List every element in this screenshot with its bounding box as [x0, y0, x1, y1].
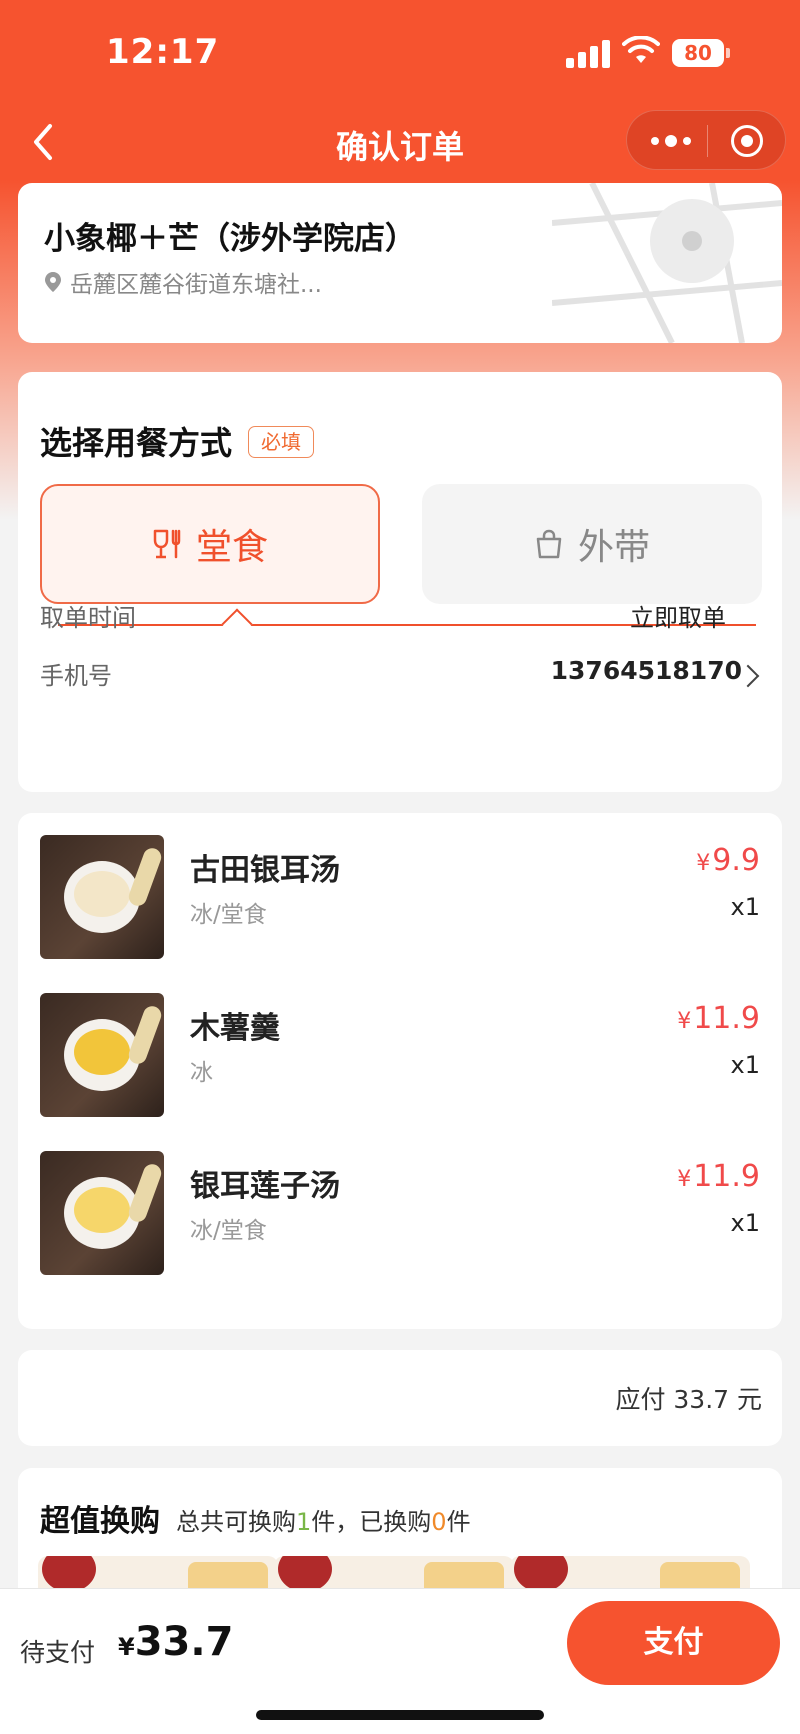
phone-value[interactable]: 13764518170: [551, 656, 742, 685]
list-item: 木薯羹 冰 ¥11.9 x1: [40, 993, 760, 1117]
product-image: [40, 835, 164, 959]
capsule-divider: [707, 125, 708, 157]
exchange-title: 超值换购: [40, 1504, 160, 1539]
pay-amount-value: 33.7: [134, 1619, 234, 1665]
pickup-time-value[interactable]: 立即取单: [630, 598, 726, 633]
pay-button[interactable]: 支付: [567, 1601, 780, 1685]
home-indicator: [256, 1710, 544, 1720]
utensils-icon: [153, 529, 181, 559]
takeout-label: 外带: [577, 527, 650, 568]
item-quantity: x1: [730, 1209, 760, 1237]
selection-caret: [221, 608, 253, 640]
item-price: ¥9.9: [696, 843, 760, 878]
wifi-icon: [622, 36, 660, 63]
more-dots-icon[interactable]: [651, 133, 695, 149]
exchange-desc-mid: 件，已换购: [311, 1508, 432, 1536]
item-price-value: 11.9: [693, 1159, 760, 1194]
item-price-value: 11.9: [693, 1001, 760, 1036]
location-pin-icon: [45, 272, 61, 292]
store-card[interactable]: 小象椰＋芒（涉外学院店） 岳麓区麓谷街道东塘社...: [18, 183, 782, 343]
exchange-desc-suffix: 件: [446, 1508, 471, 1536]
item-quantity: x1: [730, 1051, 760, 1079]
item-name: 古田银耳汤: [190, 853, 340, 888]
store-address-text: 岳麓区麓谷街道东塘社...: [70, 272, 322, 298]
bag-icon: [536, 529, 562, 559]
battery-icon: 80: [672, 39, 730, 67]
exchange-available-count: 1: [296, 1508, 312, 1536]
item-name: 木薯羹: [190, 1011, 280, 1046]
dining-method-card: 选择用餐方式 必填 堂食 外带 取单时间 立即取单 手机号 1376451817…: [18, 372, 782, 792]
pending-payment-label: 待支付: [20, 1638, 96, 1667]
item-spec: 冰: [190, 1060, 213, 1086]
total-card: 应付 33.7 元: [18, 1350, 782, 1446]
product-image: [40, 1151, 164, 1275]
item-price: ¥11.9: [677, 1001, 760, 1036]
status-bar: 12:17 80: [0, 0, 800, 100]
list-item: 古田银耳汤 冰/堂食 ¥9.9 x1: [40, 835, 760, 959]
product-image: [40, 993, 164, 1117]
currency-symbol: ¥: [118, 1633, 135, 1661]
order-items-card: 古田银耳汤 冰/堂食 ¥9.9 x1 木薯羹 冰 ¥11.9 x1 银耳莲子汤 …: [18, 813, 782, 1329]
dine-in-option[interactable]: 堂食: [40, 484, 380, 604]
currency-symbol: ¥: [677, 1167, 692, 1192]
exchange-used-count: 0: [431, 1508, 447, 1536]
currency-symbol: ¥: [696, 851, 711, 876]
status-time: 12:17: [106, 32, 220, 72]
mini-program-capsule: [626, 110, 786, 170]
item-name: 银耳莲子汤: [190, 1169, 340, 1204]
item-price-value: 9.9: [712, 843, 760, 878]
item-quantity: x1: [730, 893, 760, 921]
store-name: 小象椰＋芒（涉外学院店）: [44, 221, 416, 257]
map-thumbnail: [552, 183, 782, 343]
target-icon[interactable]: [731, 125, 763, 157]
item-spec: 冰/堂食: [190, 1218, 267, 1244]
required-badge: 必填: [248, 426, 314, 458]
dine-in-label: 堂食: [195, 527, 268, 568]
item-price: ¥11.9: [677, 1159, 760, 1194]
signal-icon: [566, 40, 610, 68]
store-address: 岳麓区麓谷街道东塘社...: [44, 265, 322, 299]
pickup-time-label: 取单时间: [40, 604, 136, 632]
list-item: 银耳莲子汤 冰/堂食 ¥11.9 x1: [40, 1151, 760, 1275]
nav-bar: 确认订单: [0, 100, 800, 184]
pending-payment-amount: ¥33.7: [118, 1619, 233, 1665]
currency-symbol: ¥: [677, 1009, 692, 1034]
exchange-desc-prefix: 总共可换购: [176, 1508, 296, 1536]
phone-label: 手机号: [40, 662, 112, 690]
takeout-option[interactable]: 外带: [422, 484, 762, 604]
item-spec: 冰/堂食: [190, 902, 267, 928]
dining-section-title: 选择用餐方式: [40, 424, 233, 462]
amount-due: 应付 33.7 元: [615, 1385, 762, 1414]
exchange-description: 总共可换购1件，已换购0件: [176, 1502, 471, 1537]
